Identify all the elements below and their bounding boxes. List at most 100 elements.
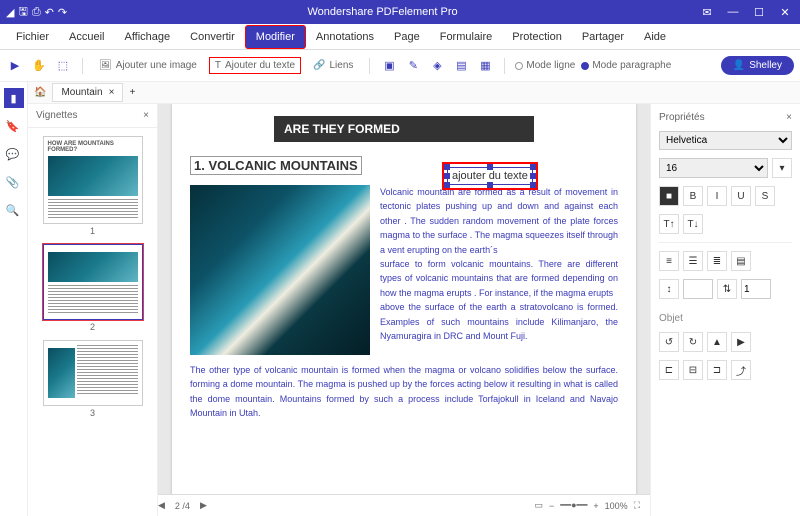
mode-paragraph-radio[interactable]: Mode paragraphe: [581, 60, 671, 71]
menu-convertir[interactable]: Convertir: [180, 26, 245, 48]
text-icon: T: [215, 60, 221, 71]
strike-button[interactable]: S: [755, 186, 775, 206]
zoom-slider[interactable]: ━━●━━: [560, 500, 587, 511]
fullscreen-icon[interactable]: ⛶: [634, 500, 640, 511]
align-obj-center-icon[interactable]: ⊟: [683, 360, 703, 380]
print-icon[interactable]: ⎙: [32, 6, 41, 19]
watermark-icon[interactable]: ◈: [428, 57, 446, 75]
bookmark-icon[interactable]: 🔖: [6, 120, 22, 136]
left-rail: ▮ 🔖 💬 📎 🔍: [0, 82, 28, 516]
fit-icon[interactable]: ▭: [534, 500, 543, 511]
hand-icon[interactable]: ✋: [30, 57, 48, 75]
next-page-icon[interactable]: ▶: [200, 500, 207, 511]
toolbar: ▶ ✋ ⬚ 🖼 Ajouter une image T Ajouter du t…: [0, 50, 800, 82]
superscript-button[interactable]: T↑: [659, 214, 679, 234]
thumbnail-3[interactable]: [43, 340, 143, 406]
redo-icon[interactable]: ↷: [58, 6, 67, 19]
user-icon: 👤: [733, 60, 745, 71]
rotate-left-icon[interactable]: ↺: [659, 332, 679, 352]
thumbnail-2[interactable]: [43, 244, 143, 320]
paragraph-2[interactable]: The other type of volcanic mountain is f…: [190, 363, 618, 421]
add-text-button[interactable]: T Ajouter du texte: [209, 57, 301, 74]
subscript-button[interactable]: T↓: [683, 214, 703, 234]
menu-formulaire[interactable]: Formulaire: [430, 26, 503, 48]
mail-icon[interactable]: ✉: [698, 6, 716, 19]
header-icon[interactable]: ▤: [452, 57, 470, 75]
status-bar: ◀ 2 /4 ▶ ▭ − ━━●━━ + 100% ⛶: [158, 494, 650, 516]
line-height-icon[interactable]: ⇅: [717, 279, 737, 299]
section-heading[interactable]: 1. VOLCANIC MOUNTAINS: [190, 156, 362, 175]
document-tabs: 🏠 Mountain × +: [28, 82, 800, 104]
extract-icon[interactable]: ⤴: [731, 360, 751, 380]
add-image-button[interactable]: 🖼 Ajouter une image: [93, 57, 203, 74]
new-text-box[interactable]: ajouter du texte: [442, 162, 538, 190]
align-right-button[interactable]: ≣: [707, 251, 727, 271]
tab-close-icon[interactable]: ×: [109, 87, 115, 98]
volcanic-photo[interactable]: [190, 185, 370, 355]
link-icon: 🔗: [313, 60, 325, 71]
zoom-in-icon[interactable]: +: [593, 501, 598, 511]
mode-line-radio[interactable]: Mode ligne: [515, 60, 575, 71]
edit-icon[interactable]: ✎: [404, 57, 422, 75]
image-icon: 🖼: [99, 60, 112, 71]
menu-fichier[interactable]: Fichier: [6, 26, 59, 48]
user-button[interactable]: 👤 Shelley: [721, 56, 794, 75]
menu-page[interactable]: Page: [384, 26, 430, 48]
zoom-out-icon[interactable]: −: [549, 501, 554, 511]
document-viewport[interactable]: ARE THEY FORMED 1. VOLCANIC MOUNTAINS: [158, 104, 650, 516]
properties-close-icon[interactable]: ×: [786, 112, 792, 123]
font-select[interactable]: Helvetica: [659, 131, 792, 150]
line-height-input[interactable]: [741, 279, 771, 299]
search-icon[interactable]: 🔍: [6, 204, 22, 220]
tab-add-icon[interactable]: +: [129, 87, 135, 98]
crop-icon[interactable]: ▣: [380, 57, 398, 75]
menu-accueil[interactable]: Accueil: [59, 26, 114, 48]
align-justify-button[interactable]: ▤: [731, 251, 751, 271]
comments-icon[interactable]: 💬: [6, 148, 22, 164]
window-title: Wondershare PDFelement Pro: [67, 6, 698, 18]
spacing-button[interactable]: ↕: [659, 279, 679, 299]
spacing-input[interactable]: [683, 279, 713, 299]
font-color-dropdown[interactable]: ▾: [772, 158, 792, 178]
bold-button[interactable]: B: [683, 186, 703, 206]
save-icon[interactable]: 🖫: [18, 3, 27, 22]
align-center-button[interactable]: ☰: [683, 251, 703, 271]
select-icon[interactable]: ⬚: [54, 57, 72, 75]
page-content: ARE THEY FORMED 1. VOLCANIC MOUNTAINS: [172, 104, 636, 516]
minimize-icon[interactable]: —: [724, 6, 742, 18]
links-button[interactable]: 🔗 Liens: [307, 57, 359, 74]
menu-annotations[interactable]: Annotations: [306, 26, 384, 48]
thumbnail-1[interactable]: HOW ARE MOUNTAINS FORMED?: [43, 136, 143, 224]
align-obj-left-icon[interactable]: ⊏: [659, 360, 679, 380]
menu-aide[interactable]: Aide: [634, 26, 676, 48]
rotate-right-icon[interactable]: ↻: [683, 332, 703, 352]
prev-page-icon[interactable]: ◀: [158, 500, 165, 511]
menubar: Fichier Accueil Affichage Convertir Modi…: [0, 24, 800, 50]
attach-icon[interactable]: 📎: [6, 176, 22, 192]
page-indicator[interactable]: 2 /4: [175, 501, 190, 511]
thumbnails-icon[interactable]: ▮: [4, 88, 24, 108]
maximize-icon[interactable]: ☐: [750, 6, 768, 19]
menu-partager[interactable]: Partager: [572, 26, 634, 48]
tab-mountain[interactable]: Mountain ×: [52, 83, 123, 102]
pointer-icon[interactable]: ▶: [6, 57, 24, 75]
flip-v-icon[interactable]: ▲: [707, 332, 727, 352]
menu-protection[interactable]: Protection: [502, 26, 572, 48]
font-size-select[interactable]: 16: [659, 158, 768, 178]
align-obj-right-icon[interactable]: ⊐: [707, 360, 727, 380]
zoom-value: 100%: [605, 501, 628, 511]
underline-button[interactable]: U: [731, 186, 751, 206]
titlebar: ◢ 🖫 ⎙ ↶ ↷ Wondershare PDFelement Pro ✉ —…: [0, 0, 800, 24]
menu-affichage[interactable]: Affichage: [114, 26, 180, 48]
thumbnails-close-icon[interactable]: ×: [143, 110, 149, 121]
menu-modifier[interactable]: Modifier: [245, 25, 306, 49]
home-icon[interactable]: 🏠: [34, 87, 46, 98]
footer-icon[interactable]: ▦: [476, 57, 494, 75]
flip-h-icon[interactable]: ▶: [731, 332, 751, 352]
align-left-button[interactable]: ≡: [659, 251, 679, 271]
text-color-button[interactable]: ■: [659, 186, 679, 206]
italic-button[interactable]: I: [707, 186, 727, 206]
paragraph-1[interactable]: Volcanic mountain are formed as a result…: [380, 185, 618, 355]
close-icon[interactable]: ✕: [776, 6, 794, 19]
undo-icon[interactable]: ↶: [45, 6, 54, 19]
